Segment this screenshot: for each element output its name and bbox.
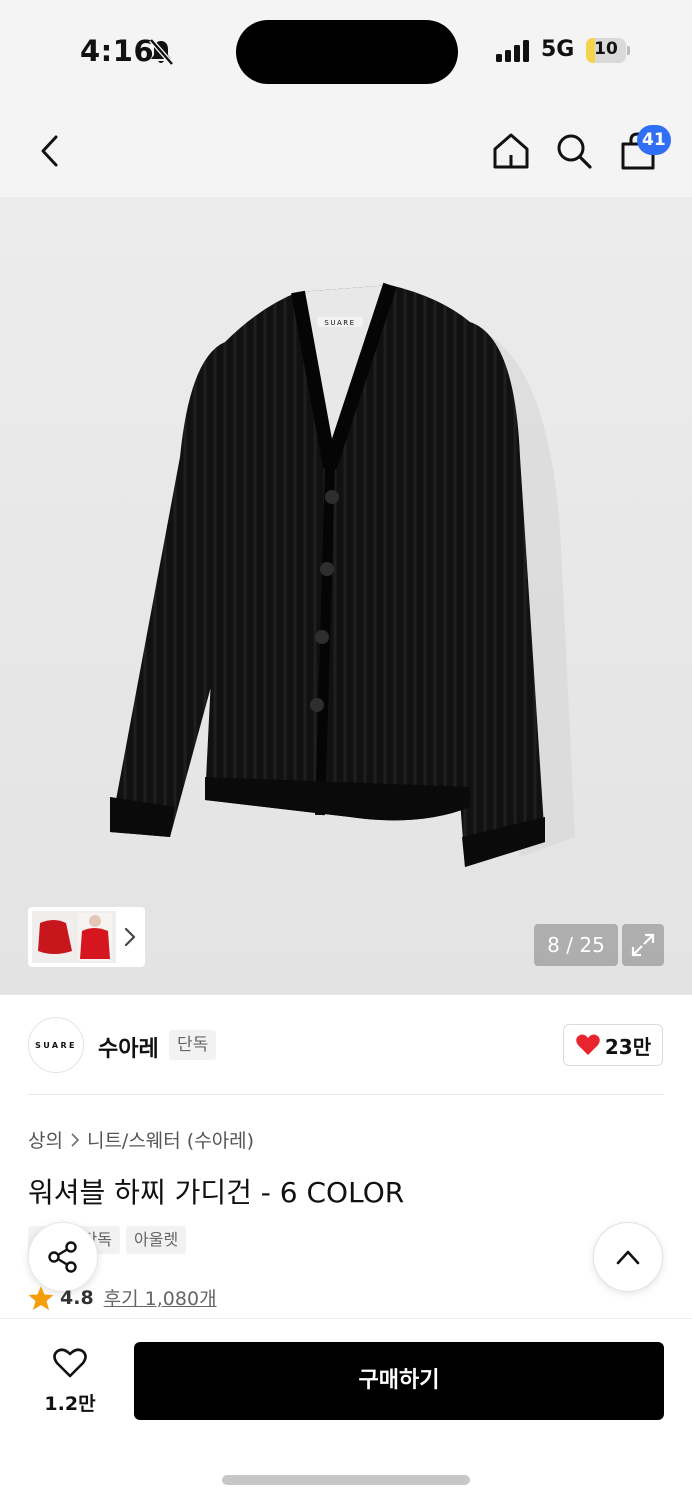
product-image: SUARE bbox=[110, 282, 575, 867]
breadcrumb-item-top[interactable]: 상의 bbox=[28, 1126, 63, 1153]
share-button[interactable] bbox=[28, 1222, 98, 1292]
bell-slash-icon bbox=[149, 38, 174, 66]
top-nav bbox=[0, 105, 692, 197]
battery-level: 10 bbox=[594, 39, 618, 59]
review-link[interactable]: 후기 1,080개 bbox=[104, 1284, 217, 1311]
search-button[interactable] bbox=[550, 127, 598, 175]
chevron-right-icon bbox=[71, 1132, 80, 1147]
back-button[interactable] bbox=[26, 127, 74, 175]
product-image-gallery[interactable]: SUARE 8 / 25 bbox=[0, 197, 692, 995]
breadcrumb-item-category[interactable]: 니트/스웨터 (수아레) bbox=[87, 1126, 254, 1153]
search-icon bbox=[557, 134, 592, 169]
product-title: 워셔블 하찌 가디건 - 6 COLOR bbox=[28, 1176, 405, 1209]
expand-image-button[interactable] bbox=[622, 924, 664, 966]
brand-like-count: 23만 bbox=[604, 1034, 652, 1059]
color-variant-thumbnail[interactable] bbox=[28, 907, 145, 967]
breadcrumb: 상의 니트/스웨터 (수아레) bbox=[28, 1126, 254, 1153]
garment-label-text: SUARE bbox=[324, 319, 355, 327]
battery-indicator: 10 bbox=[586, 38, 630, 63]
buy-button[interactable]: 구매하기 bbox=[134, 1342, 664, 1420]
bottom-action-bar: 1.2만 구매하기 bbox=[0, 1318, 692, 1500]
network-type: 5G bbox=[541, 37, 575, 62]
brand-exclusive-tag: 단독 bbox=[169, 1030, 217, 1060]
scroll-to-top-button[interactable] bbox=[593, 1222, 663, 1292]
status-bar: 4:16 5G 10 bbox=[0, 0, 692, 105]
chevron-right-icon bbox=[124, 927, 136, 947]
cart-badge: 41 bbox=[637, 125, 671, 155]
wishlist-count: 1.2만 bbox=[44, 1393, 96, 1415]
home-icon bbox=[493, 133, 529, 169]
chevron-left-icon bbox=[41, 135, 58, 167]
brand-logo[interactable]: SUARE bbox=[28, 1017, 84, 1073]
rating-row: 4.8 후기 1,080개 bbox=[28, 1284, 217, 1311]
expand-icon bbox=[631, 933, 655, 957]
image-counter: 8 / 25 bbox=[534, 924, 618, 966]
brand-like-button[interactable]: 23만 bbox=[563, 1024, 663, 1066]
brand-row: SUARE 수아레 단독 23만 bbox=[0, 995, 692, 1095]
rating-value: 4.8 bbox=[60, 1286, 94, 1309]
chevron-up-icon bbox=[616, 1250, 640, 1265]
home-indicator[interactable] bbox=[222, 1475, 470, 1485]
signal-bars-icon bbox=[496, 40, 529, 62]
brand-name[interactable]: 수아레 bbox=[98, 1031, 159, 1063]
tag-outlet: 아울렛 bbox=[126, 1226, 187, 1254]
heart-outline-icon bbox=[53, 1348, 87, 1378]
dynamic-island bbox=[236, 20, 458, 84]
heart-filled-icon bbox=[576, 1034, 600, 1055]
variant-thumbnail-image bbox=[32, 911, 116, 963]
share-icon bbox=[48, 1241, 77, 1273]
home-button[interactable] bbox=[487, 127, 535, 175]
section-divider bbox=[28, 1094, 664, 1095]
wishlist-button[interactable]: 1.2만 bbox=[28, 1343, 112, 1419]
status-time: 4:16 bbox=[80, 34, 155, 68]
star-icon bbox=[28, 1285, 54, 1310]
